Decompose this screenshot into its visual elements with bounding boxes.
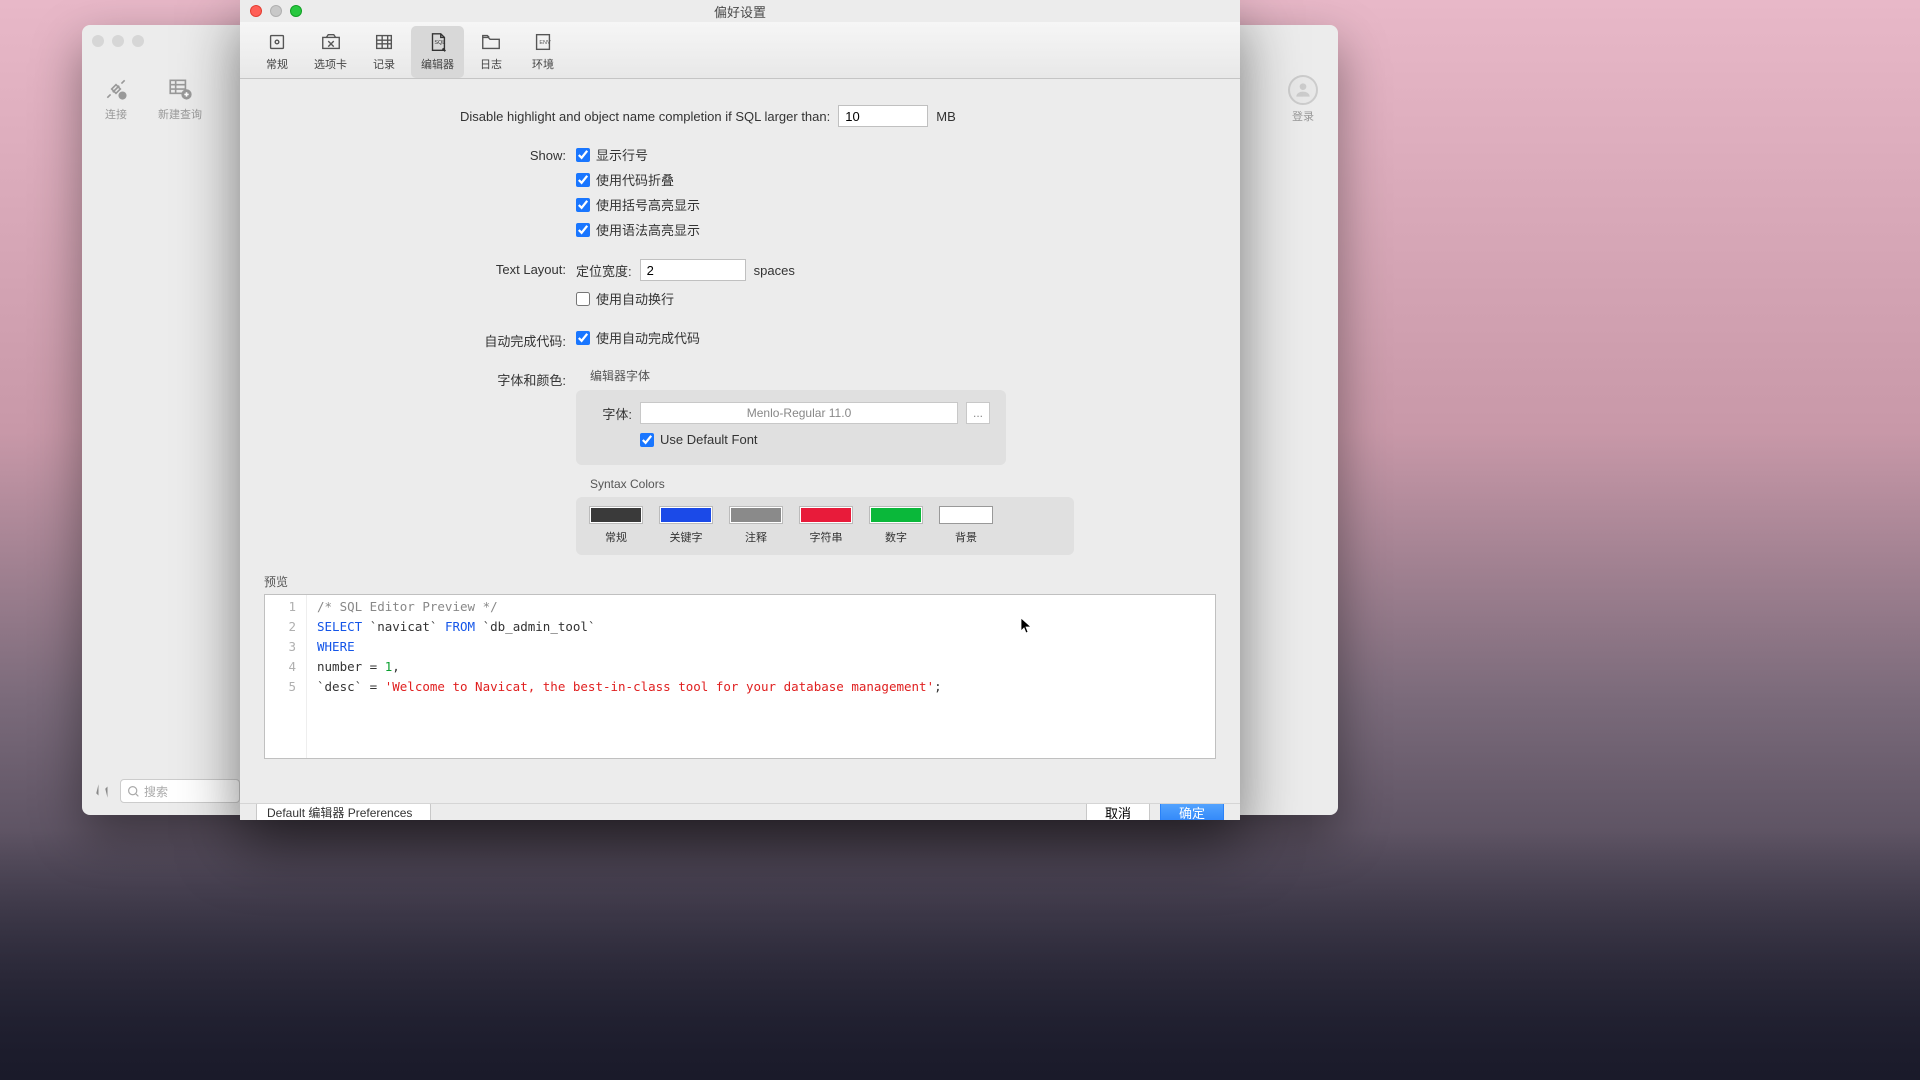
text-layout-label: Text Layout: xyxy=(264,259,576,277)
env-icon: ENV xyxy=(528,30,558,54)
toolbar-connect[interactable]: 连接 xyxy=(102,75,130,124)
swatch-1: 关键字 xyxy=(660,507,712,545)
swatch-label: 注释 xyxy=(745,529,767,545)
font-label: 字体: xyxy=(592,404,632,423)
color-swatch[interactable] xyxy=(940,507,992,523)
color-swatch[interactable] xyxy=(870,507,922,523)
tab-tabs[interactable]: 选项卡 xyxy=(304,26,357,78)
syntax-colors-title: Syntax Colors xyxy=(590,477,1216,491)
grid-icon xyxy=(369,30,399,54)
chk-autocomplete[interactable] xyxy=(576,331,590,345)
swatch-label: 数字 xyxy=(885,529,907,545)
lbl-syntax-highlight: 使用语法高亮显示 xyxy=(596,220,700,239)
chk-code-folding[interactable] xyxy=(576,173,590,187)
chk-line-numbers[interactable] xyxy=(576,148,590,162)
tab-records[interactable]: 记录 xyxy=(359,26,409,78)
color-swatch[interactable] xyxy=(590,507,642,523)
tab-editor[interactable]: SQL 编辑器 xyxy=(411,26,464,78)
bg-traffic-lights xyxy=(92,35,144,47)
syntax-swatch-row: 常规 关键字 注释 字符串 数字 背景 xyxy=(576,497,1074,555)
plug-icon xyxy=(102,75,130,103)
tabs-icon xyxy=(316,30,346,54)
lbl-default-font: Use Default Font xyxy=(660,432,758,447)
font-browse-button[interactable]: ... xyxy=(966,402,990,424)
font-panel: 字体: Menlo-Regular 11.0 ... Use Default F… xyxy=(576,390,1006,465)
swatch-label: 关键字 xyxy=(670,529,703,545)
swatch-4: 数字 xyxy=(870,507,922,545)
lbl-line-numbers: 显示行号 xyxy=(596,145,648,164)
sort-icon[interactable] xyxy=(94,782,112,800)
window-title: 偏好设置 xyxy=(714,2,766,21)
minimize-button[interactable] xyxy=(270,5,282,17)
font-color-label: 字体和颜色: xyxy=(264,367,576,389)
swatch-label: 字符串 xyxy=(810,529,843,545)
unit-mb: MB xyxy=(936,109,956,124)
swatch-5: 背景 xyxy=(940,507,992,545)
preset-dropdown[interactable]: Default 编辑器 Preferences xyxy=(256,803,431,820)
tab-general[interactable]: 常规 xyxy=(252,26,302,78)
lbl-bracket-highlight: 使用括号高亮显示 xyxy=(596,195,700,214)
preview-label: 预览 xyxy=(264,573,1216,590)
tab-log[interactable]: 日志 xyxy=(466,26,516,78)
svg-text:SQL: SQL xyxy=(434,40,445,46)
svg-text:ENV: ENV xyxy=(539,40,551,46)
chk-default-font[interactable] xyxy=(640,433,654,447)
show-label: Show: xyxy=(264,145,576,163)
color-swatch[interactable] xyxy=(730,507,782,523)
titlebar: 偏好设置 xyxy=(240,0,1240,22)
toolbar-connect-label: 连接 xyxy=(105,106,127,122)
lbl-autocomplete: 使用自动完成代码 xyxy=(596,328,700,347)
preview-code: /* SQL Editor Preview */ SELECT `navicat… xyxy=(307,595,952,758)
toolbar-new-query[interactable]: 新建查询 xyxy=(158,75,202,124)
chk-word-wrap[interactable] xyxy=(576,292,590,306)
chk-bracket-highlight[interactable] xyxy=(576,198,590,212)
disable-highlight-label: Disable highlight and object name comple… xyxy=(460,109,830,124)
toolbar-login-label: 登录 xyxy=(1292,108,1314,124)
pref-body: Disable highlight and object name comple… xyxy=(240,79,1240,820)
disable-highlight-input[interactable] xyxy=(838,105,928,127)
search-placeholder: 搜索 xyxy=(144,783,168,800)
gear-icon xyxy=(262,30,292,54)
swatch-2: 注释 xyxy=(730,507,782,545)
dialog-button-bar: Default 编辑器 Preferences 取消 确定 xyxy=(240,803,1240,820)
close-button[interactable] xyxy=(250,5,262,17)
swatch-label: 背景 xyxy=(955,529,977,545)
folder-icon xyxy=(476,30,506,54)
zoom-button[interactable] xyxy=(290,5,302,17)
swatch-3: 字符串 xyxy=(800,507,852,545)
tab-width-input[interactable] xyxy=(640,259,746,281)
lbl-code-folding: 使用代码折叠 xyxy=(596,170,674,189)
pref-tabbar: 常规 选项卡 记录 SQL 编辑器 日志 ENV 环境 xyxy=(240,22,1240,79)
table-plus-icon xyxy=(166,75,194,103)
autocomplete-label: 自动完成代码: xyxy=(264,328,576,350)
toolbar-new-query-label: 新建查询 xyxy=(158,106,202,122)
chk-syntax-highlight[interactable] xyxy=(576,223,590,237)
editor-font-title: 编辑器字体 xyxy=(590,367,1216,384)
search-icon xyxy=(127,785,140,798)
font-display: Menlo-Regular 11.0 xyxy=(640,402,958,424)
ok-button[interactable]: 确定 xyxy=(1160,803,1224,820)
lbl-word-wrap: 使用自动换行 xyxy=(596,289,674,308)
color-swatch[interactable] xyxy=(660,507,712,523)
preferences-window: 偏好设置 常规 选项卡 记录 SQL 编辑器 日志 ENV 环境 xyxy=(240,0,1240,820)
color-swatch[interactable] xyxy=(800,507,852,523)
swatch-label: 常规 xyxy=(605,529,627,545)
unit-spaces: spaces xyxy=(754,263,795,278)
cancel-button[interactable]: 取消 xyxy=(1086,803,1150,820)
swatch-0: 常规 xyxy=(590,507,642,545)
sql-file-icon: SQL xyxy=(423,30,453,54)
search-input-bg[interactable]: 搜索 xyxy=(120,779,240,803)
tab-environment[interactable]: ENV 环境 xyxy=(518,26,568,78)
preview-box: 12345 /* SQL Editor Preview */ SELECT `n… xyxy=(264,594,1216,759)
tab-width-label: 定位宽度: xyxy=(576,261,632,280)
toolbar-login[interactable]: 登录 xyxy=(1288,75,1318,124)
avatar-icon xyxy=(1288,75,1318,105)
